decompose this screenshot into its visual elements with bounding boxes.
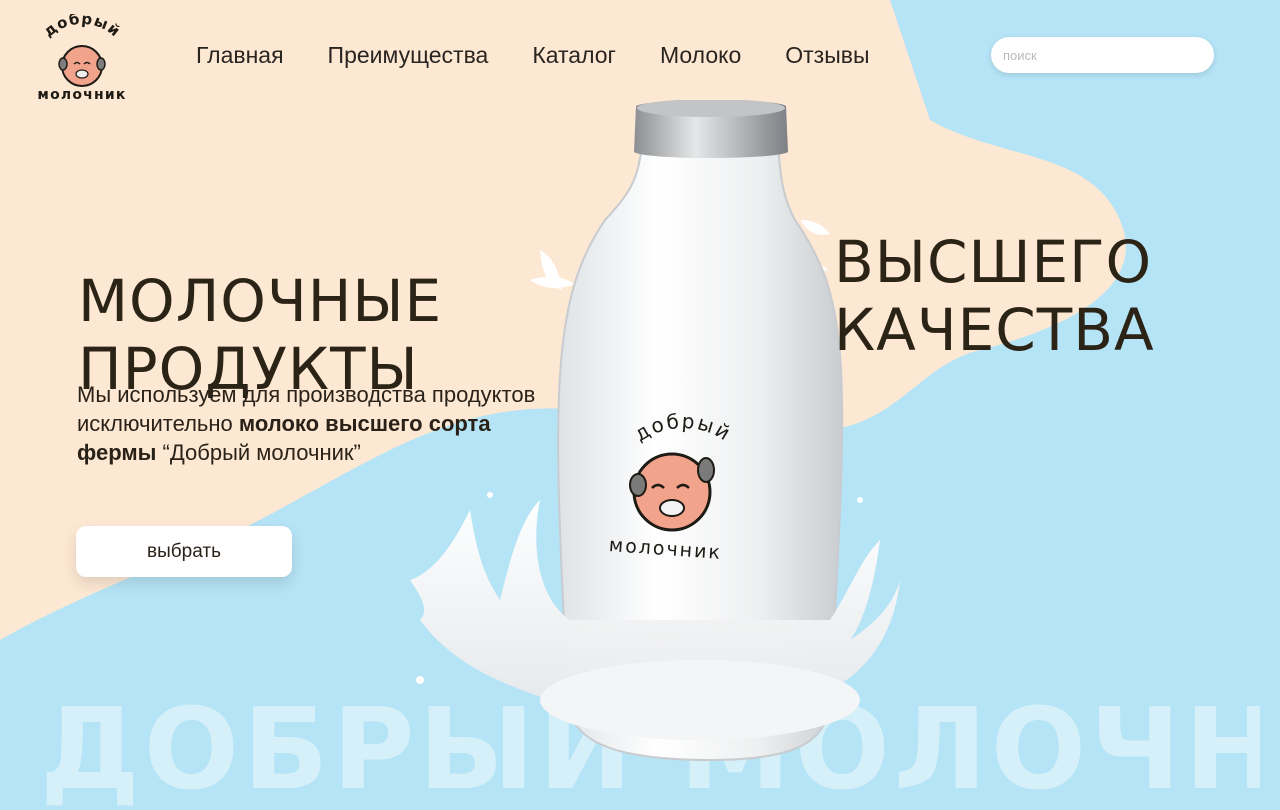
nav-item-reviews[interactable]: Отзывы (785, 42, 869, 69)
search-input[interactable] (991, 37, 1214, 73)
nav-item-milk[interactable]: Молоко (660, 42, 741, 69)
logo-top-text: добрый (40, 10, 123, 41)
svg-text:добрый: добрый (40, 14, 124, 41)
hero-description-part2: “Добрый молочник” (156, 440, 361, 465)
logo-bottom-text: молочник (37, 87, 127, 103)
nav-item-home[interactable]: Главная (196, 42, 284, 69)
main-nav: Главная Преимущества Каталог Молоко Отзы… (196, 38, 914, 72)
logo-face-icon: добрый (40, 10, 124, 87)
hero-description: Мы используем для производства продуктов… (77, 380, 537, 467)
nav-item-advantages[interactable]: Преимущества (328, 42, 489, 69)
brand-logo[interactable]: добрый молочник (22, 10, 142, 114)
hero-title-right: ВЫСШЕГО КАЧЕСТВА (834, 228, 1155, 364)
choose-button[interactable]: выбрать (76, 526, 292, 577)
nav-item-catalog[interactable]: Каталог (532, 42, 616, 69)
hero-title-right-line1: ВЫСШЕГО (834, 228, 1153, 296)
hero-title-right-line2: КАЧЕСТВА (834, 296, 1155, 364)
hero-title-left-line1: МОЛОЧНЫЕ (78, 266, 443, 335)
